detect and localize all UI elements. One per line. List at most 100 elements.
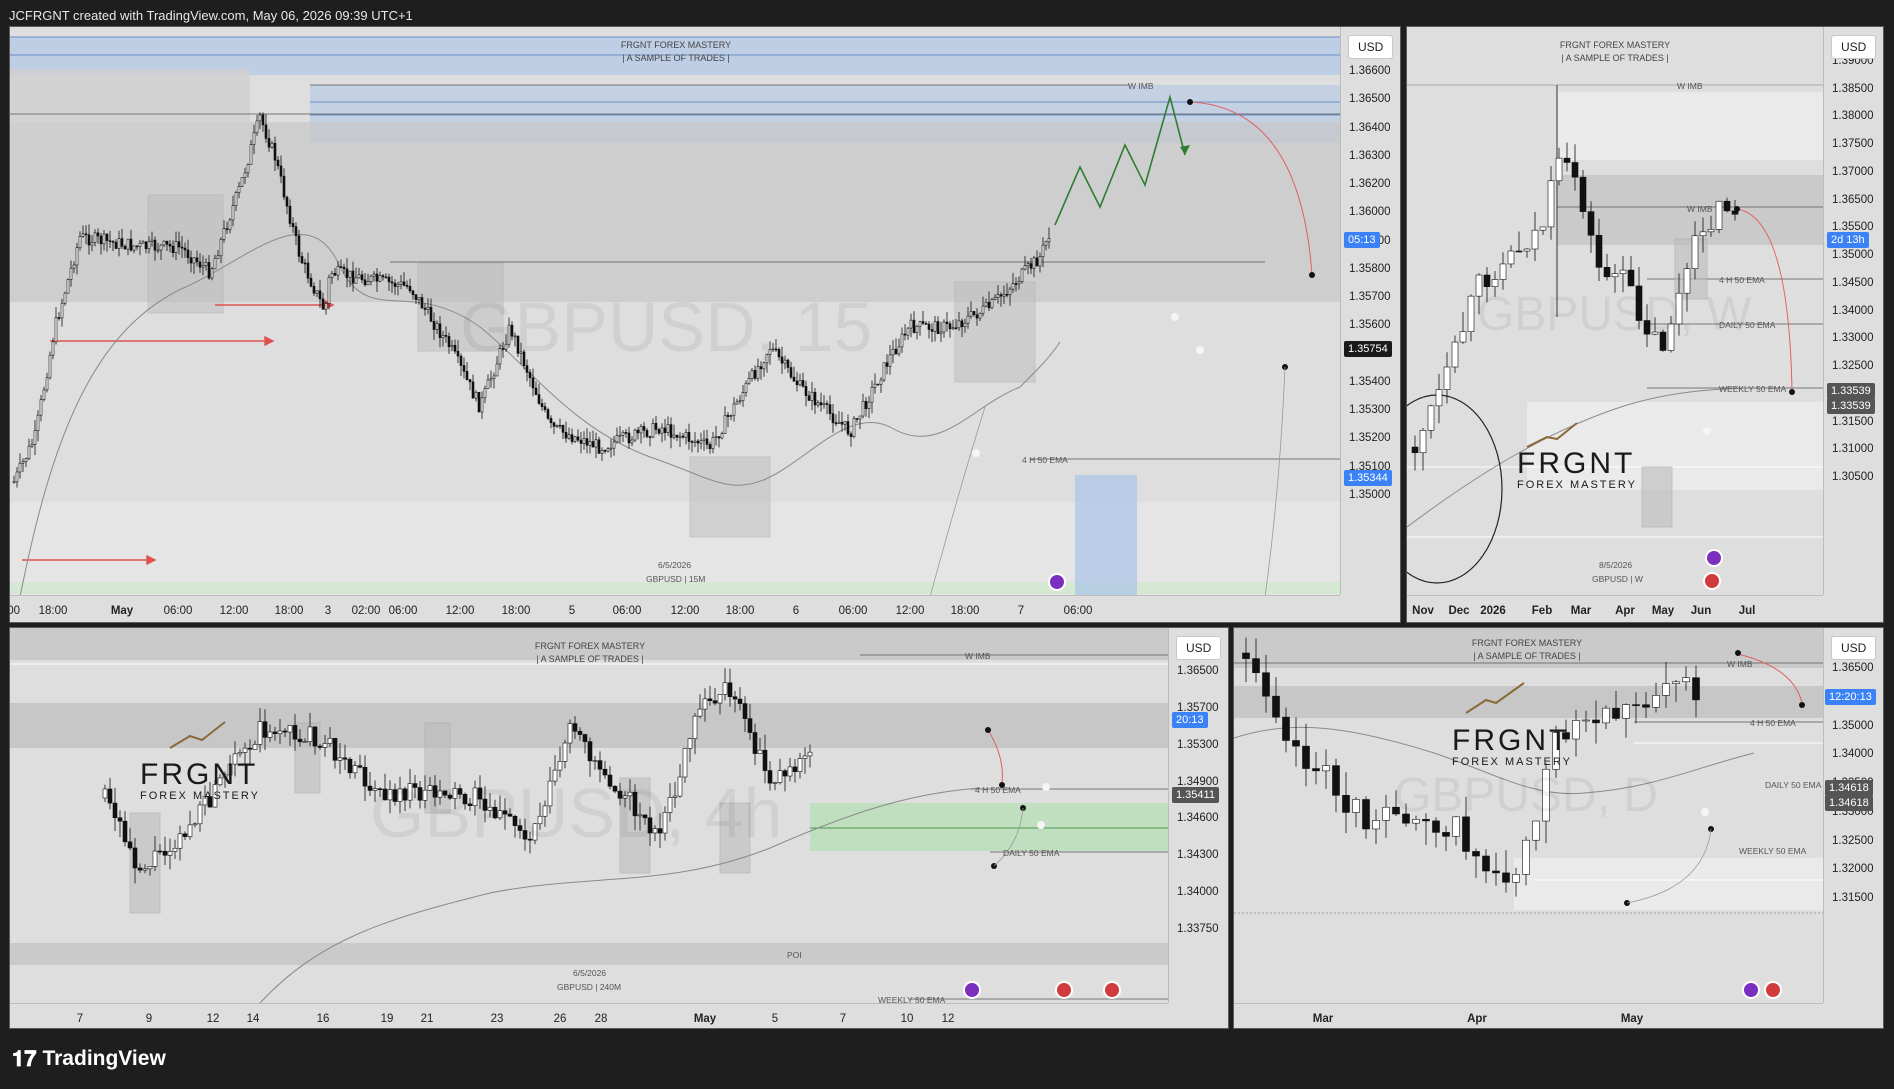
- us-flag-icon-2[interactable]: [1103, 981, 1121, 999]
- chart-panel-daily[interactable]: GBPUSD, D FRGNT FOREX MASTERY | A SAMPLE…: [1233, 627, 1884, 1029]
- candle-body: [137, 867, 143, 871]
- chart-panel-4h[interactable]: GBPUSD, 4h FRGNT FOREX MASTERY | A SAMPL…: [9, 627, 1229, 1029]
- us-flag-icon[interactable]: [1055, 981, 1073, 999]
- candle-body: [1008, 288, 1012, 295]
- time-label: 19: [380, 1013, 394, 1025]
- candle-body: [285, 196, 289, 207]
- candle-body: [849, 433, 853, 437]
- candle-body: [381, 275, 385, 278]
- candle-body: [435, 323, 439, 330]
- candle-body: [1682, 677, 1690, 683]
- candle-body: [302, 741, 308, 743]
- candle-body: [957, 320, 961, 329]
- candle-body: [576, 436, 580, 441]
- candle-body: [549, 418, 553, 424]
- candle-body: [231, 205, 235, 221]
- candle-body: [1302, 745, 1310, 769]
- candle-body: [303, 262, 307, 265]
- candle-body: [363, 279, 367, 286]
- candle-body: [1699, 231, 1707, 237]
- currency-button[interactable]: USD: [1831, 636, 1877, 660]
- candle-body: [960, 320, 964, 328]
- candle-body: [81, 233, 85, 237]
- candle-body: [969, 311, 973, 317]
- us-flag-icon[interactable]: [1764, 981, 1782, 999]
- time-label: 18:00: [38, 605, 68, 617]
- time-label: 7: [1017, 605, 1025, 617]
- price-axis-weekly[interactable]: 1.39000 1.38500 1.38000 1.37500 1.37000 1.365…: [1823, 27, 1883, 595]
- candle-body: [272, 731, 278, 735]
- time-axis-weekly[interactable]: Nov Dec 2026 Feb Mar Apr May Jun Jul: [1407, 595, 1823, 622]
- candle-body: [107, 788, 113, 804]
- candle-body: [1491, 279, 1499, 287]
- candle-body: [741, 392, 745, 402]
- candle-body: [978, 312, 982, 319]
- candle-body: [240, 177, 244, 187]
- price-label: 1.38500: [1832, 82, 1874, 95]
- candle-body: [1459, 331, 1467, 343]
- lightning-icon[interactable]: [1742, 981, 1760, 999]
- chart-panel-15m[interactable]: GBPUSD, 15 FRGNT FOREX MASTERY | A SAMPL…: [9, 26, 1401, 623]
- candle-body: [477, 391, 481, 413]
- candle-body: [915, 326, 919, 333]
- candle-body: [480, 397, 484, 413]
- candle-body: [1435, 389, 1443, 407]
- currency-button[interactable]: USD: [1176, 636, 1222, 660]
- candle-body: [270, 142, 274, 148]
- candle-body: [258, 114, 262, 122]
- weekly-ema-label: WEEKLY 50 EMA: [1739, 846, 1807, 856]
- candle-body: [737, 698, 743, 704]
- candle-body: [287, 725, 293, 733]
- candle-body: [846, 421, 850, 435]
- lightning-icon[interactable]: [1705, 549, 1723, 567]
- candle-body: [297, 738, 303, 743]
- candle-body: [408, 286, 412, 292]
- candle-body: [1592, 719, 1600, 724]
- lightning-icon[interactable]: [963, 981, 981, 999]
- candle-body: [378, 275, 382, 282]
- header-caption: JCFRGNT created with TradingView.com, Ma…: [9, 8, 413, 23]
- candle-body: [127, 841, 133, 849]
- candle-body: [321, 298, 325, 310]
- candle-body: [249, 144, 253, 165]
- us-flag-icon[interactable]: [1703, 572, 1721, 590]
- currency-button[interactable]: USD: [1348, 35, 1394, 59]
- candle-body: [33, 430, 37, 445]
- lightning-icon[interactable]: [1048, 573, 1066, 591]
- tradingview-logo[interactable]: 𝟏𝟕 TradingView: [12, 1046, 166, 1072]
- candle-body: [197, 804, 203, 825]
- candle-body: [606, 448, 610, 452]
- candle-body: [972, 311, 976, 316]
- price-axis-15m[interactable]: 1.36600 1.36500 1.36400 1.36300 1.36200 1.360…: [1340, 27, 1400, 595]
- time-axis-15m[interactable]: :00 18:00 May 06:00 12:00 18:00 3 02:00 06:00 12:…: [10, 595, 1340, 622]
- candle-body: [411, 290, 415, 295]
- candle-body: [222, 228, 226, 240]
- candle-body: [126, 238, 130, 250]
- candle-body: [894, 348, 898, 355]
- symbol-watermark: GBPUSD, D: [1394, 769, 1659, 822]
- logo-subtitle: FOREX MASTERY: [1517, 479, 1637, 491]
- time-axis-daily[interactable]: Mar Apr May: [1234, 1003, 1823, 1028]
- countdown-tag: 12:20:13: [1825, 689, 1876, 705]
- candle-body: [903, 333, 907, 336]
- candle-body: [996, 294, 1000, 298]
- price-axis-daily[interactable]: 1.365001.355001.350001.340001.335001.330…: [1823, 628, 1883, 1003]
- price-label: 1.32500: [1832, 834, 1874, 847]
- currency-button[interactable]: USD: [1831, 35, 1877, 59]
- price-label: 1.34000: [1177, 886, 1219, 899]
- candle-body: [852, 418, 856, 437]
- time-label: 23: [490, 1013, 504, 1025]
- candle-body: [1672, 681, 1680, 684]
- price-axis-4h[interactable]: 1.36500 1.35700 1.35300 1.34900 1.34600 1.343…: [1168, 628, 1228, 1003]
- candle-body: [885, 362, 889, 367]
- wimb-label: W IMB: [1727, 659, 1753, 669]
- candle-body: [172, 847, 178, 852]
- candle-body: [157, 850, 163, 853]
- price-label: 1.35200: [1349, 432, 1391, 445]
- candle-body: [444, 334, 448, 337]
- chart-panel-weekly[interactable]: GBPUSD, W FRGNT FOREX MASTERY | A SAMPLE…: [1406, 26, 1884, 623]
- candle-body: [738, 400, 742, 403]
- time-axis-4h[interactable]: 7 9 12 14 16 19 21 23 26 28 May 5 7 10 12: [10, 1003, 1168, 1028]
- price-label: 1.36400: [1349, 121, 1391, 134]
- time-label: 12:00: [219, 605, 249, 617]
